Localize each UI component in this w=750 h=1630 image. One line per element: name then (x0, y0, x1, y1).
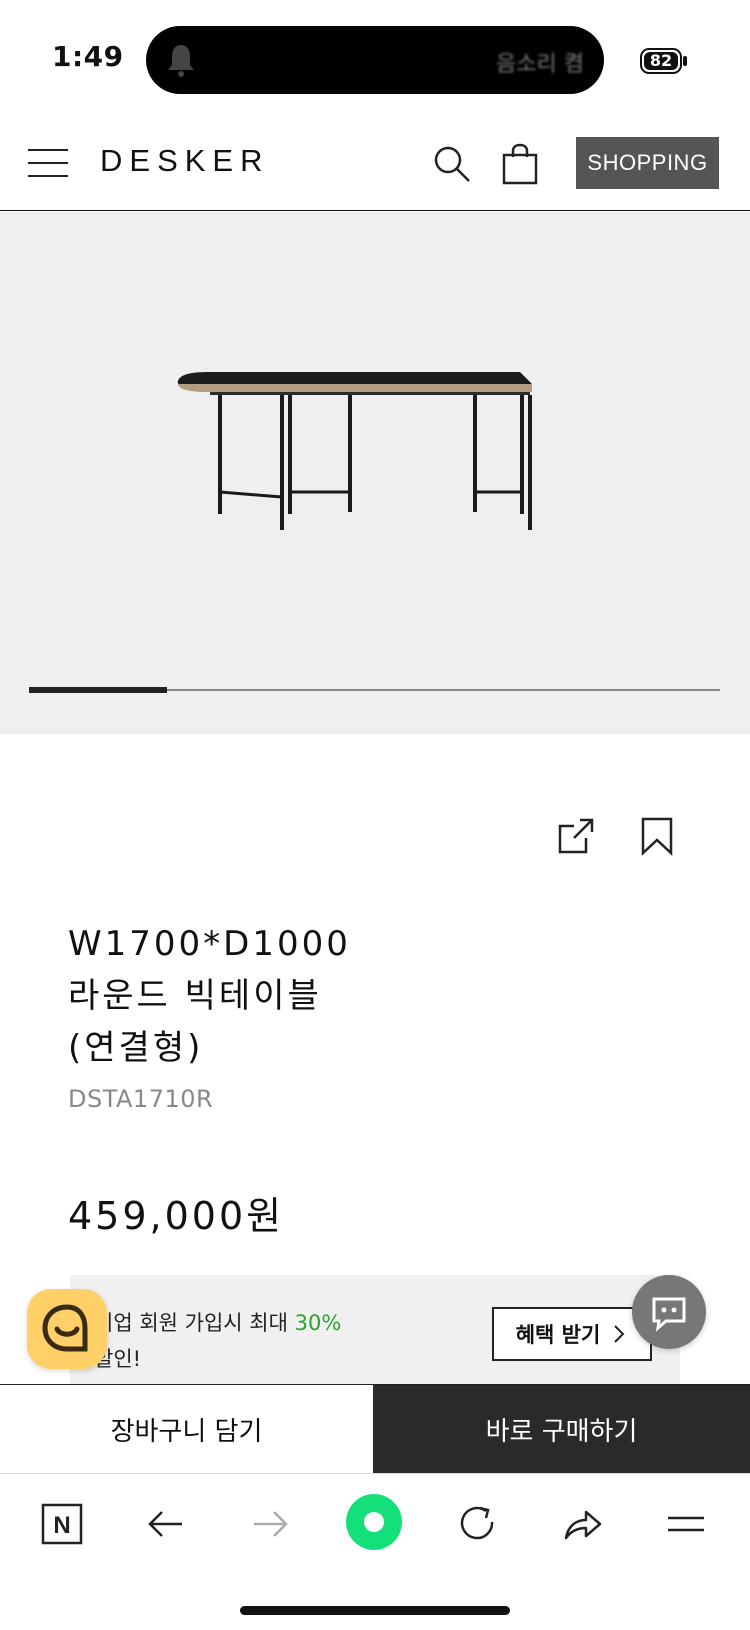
naver-green-dot-button[interactable] (346, 1494, 402, 1550)
island-text: 음소리 켬 (496, 52, 584, 77)
chat-bubble-icon (652, 1297, 686, 1332)
share-arrow-icon[interactable] (558, 1500, 606, 1548)
promo-banner: 기업 회원 가입시 최대 30% 할인! 혜택 받기 (70, 1275, 680, 1385)
chevron-right-icon (614, 1325, 625, 1343)
product-title-line3: (연결형) (68, 1028, 204, 1068)
green-dot-icon (364, 1512, 384, 1532)
dynamic-island: 음소리 켬 (146, 26, 604, 94)
header-divider (0, 210, 750, 211)
product-code: DSTA1710R (68, 1085, 214, 1113)
chatbot-button[interactable] (27, 1289, 107, 1369)
chat-button[interactable] (632, 1275, 706, 1349)
bell-icon (168, 45, 194, 77)
product-title: W1700*D1000 라운드 빅테이블 (연결형) (68, 918, 351, 1074)
add-to-cart-button[interactable]: 장바구니 담기 (0, 1385, 373, 1473)
promo-text-prefix: 기업 회원 가입시 최대 (94, 1311, 295, 1335)
battery-icon: 82 (640, 48, 682, 74)
get-benefit-label: 혜택 받기 (515, 1323, 601, 1347)
shopping-bag-icon[interactable] (502, 143, 538, 185)
forward-arrow-icon[interactable] (246, 1500, 294, 1548)
home-indicator[interactable] (240, 1606, 510, 1615)
product-image (177, 372, 532, 530)
status-time: 1:49 (52, 40, 124, 73)
battery-tip (683, 56, 687, 66)
buy-now-button[interactable]: 바로 구매하기 (373, 1385, 750, 1473)
naver-icon: N (41, 1503, 83, 1545)
get-benefit-button[interactable]: 혜택 받기 (492, 1307, 652, 1361)
bookmark-icon[interactable] (640, 816, 674, 856)
share-icon[interactable] (556, 816, 596, 856)
promo-text: 기업 회원 가입시 최대 30% 할인! (94, 1305, 341, 1377)
menu-button[interactable] (28, 145, 68, 181)
search-icon[interactable] (432, 144, 472, 184)
product-title-line1: W1700*D1000 (68, 924, 351, 964)
chat-smile-icon (42, 1304, 88, 1352)
hamburger-menu-icon[interactable] (662, 1500, 710, 1548)
product-image-gallery[interactable] (0, 212, 750, 734)
naver-home-button[interactable]: N (38, 1500, 86, 1548)
naver-letter: N (53, 1512, 70, 1539)
toolbar-divider (0, 1473, 750, 1474)
brand-logo[interactable]: DESKER (100, 143, 269, 179)
shopping-button[interactable]: SHOPPING (576, 137, 719, 189)
gallery-progress-indicator (29, 687, 168, 693)
reload-icon[interactable] (454, 1500, 502, 1548)
product-price: 459,000원 (68, 1194, 285, 1238)
battery-level: 82 (644, 52, 678, 70)
product-title-line2: 라운드 빅테이블 (68, 976, 322, 1016)
back-arrow-icon[interactable] (142, 1500, 190, 1548)
promo-percent: 30% (294, 1311, 342, 1335)
